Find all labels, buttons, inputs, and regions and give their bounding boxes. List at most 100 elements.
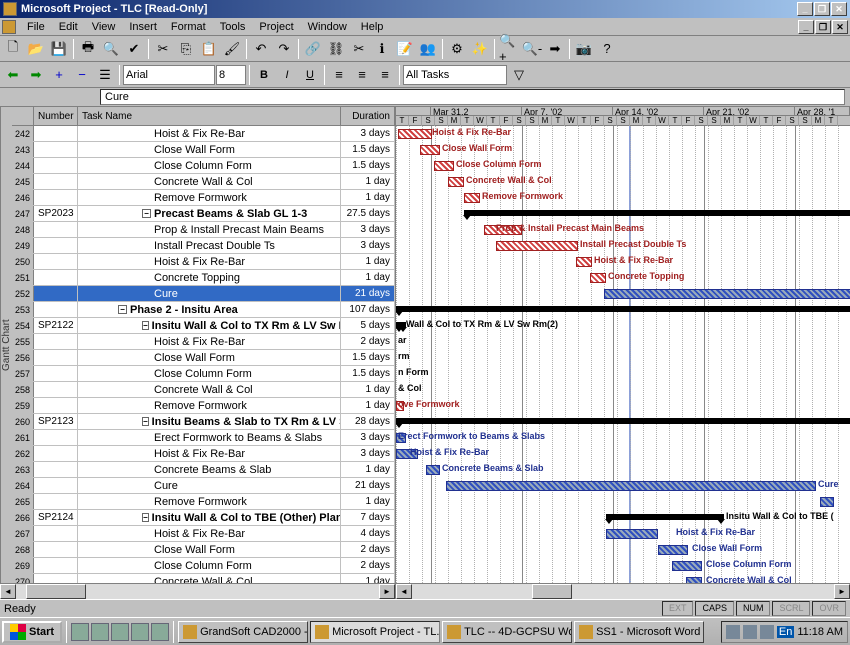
table-row[interactable]: 260SP2123−Insitu Beams & Slab to TX Rm &… bbox=[12, 414, 395, 430]
gantt-row[interactable] bbox=[396, 206, 850, 222]
taskname-cell[interactable]: Close Wall Form bbox=[78, 350, 341, 365]
gantt-row[interactable]: Prop & Install Precast Main Beams bbox=[396, 222, 850, 238]
table-row[interactable]: 258Concrete Wall & Col1 day bbox=[12, 382, 395, 398]
table-row[interactable]: 255Hoist & Fix Re-Bar2 days bbox=[12, 334, 395, 350]
outline-toggle-icon[interactable]: − bbox=[142, 513, 149, 522]
assign-icon[interactable]: 👥 bbox=[417, 38, 439, 60]
new-icon[interactable]: 🗋 bbox=[2, 38, 24, 60]
taskname-cell[interactable]: Remove Formwork bbox=[78, 190, 341, 205]
quicklaunch-icon[interactable] bbox=[131, 623, 149, 641]
number-cell[interactable] bbox=[34, 254, 78, 269]
summary-bar[interactable] bbox=[396, 418, 850, 424]
table-row[interactable]: 266SP2124−Insitu Wall & Col to TBE (Othe… bbox=[12, 510, 395, 526]
table-row[interactable]: 243Close Wall Form1.5 days bbox=[12, 142, 395, 158]
menu-edit[interactable]: Edit bbox=[52, 20, 85, 34]
summary-bar[interactable] bbox=[396, 306, 850, 312]
gantt-row[interactable]: Close Column Form bbox=[396, 558, 850, 574]
mdi-restore-button[interactable]: ❐ bbox=[815, 20, 831, 34]
taskname-cell[interactable]: Concrete Topping bbox=[78, 270, 341, 285]
language-indicator[interactable]: En bbox=[777, 626, 794, 638]
table-row[interactable]: 265Remove Formwork1 day bbox=[12, 494, 395, 510]
quicklaunch-icon[interactable] bbox=[91, 623, 109, 641]
gantt-row[interactable] bbox=[396, 286, 850, 302]
underline-icon[interactable]: U bbox=[299, 64, 321, 86]
number-cell[interactable] bbox=[34, 574, 78, 583]
col-duration[interactable]: Duration bbox=[341, 107, 395, 125]
menu-insert[interactable]: Insert bbox=[122, 20, 164, 34]
number-cell[interactable] bbox=[34, 494, 78, 509]
taskname-cell[interactable]: Concrete Wall & Col bbox=[78, 574, 341, 583]
number-cell[interactable] bbox=[34, 542, 78, 557]
duration-cell[interactable]: 27.5 days bbox=[341, 206, 395, 221]
align-right-icon[interactable]: ≡ bbox=[374, 64, 396, 86]
row-id-cell[interactable]: 249 bbox=[12, 238, 34, 253]
outline-toggle-icon[interactable]: − bbox=[118, 305, 127, 314]
zoomin-icon[interactable]: 🔍+ bbox=[498, 38, 520, 60]
hscroll-right-btn[interactable]: ► bbox=[379, 584, 395, 599]
taskname-cell[interactable]: Prop & Install Precast Main Beams bbox=[78, 222, 341, 237]
cut-icon[interactable]: ✂ bbox=[152, 38, 174, 60]
gantt-row[interactable]: Install Precast Double Ts bbox=[396, 238, 850, 254]
duration-cell[interactable]: 1.5 days bbox=[341, 142, 395, 157]
table-row[interactable]: 269Close Column Form2 days bbox=[12, 558, 395, 574]
taskname-cell[interactable]: Close Column Form bbox=[78, 366, 341, 381]
row-id-cell[interactable]: 243 bbox=[12, 142, 34, 157]
row-id-cell[interactable]: 268 bbox=[12, 542, 34, 557]
table-row[interactable]: 259Remove Formwork1 day bbox=[12, 398, 395, 414]
number-cell[interactable] bbox=[34, 126, 78, 141]
row-id-cell[interactable]: 270 bbox=[12, 574, 34, 583]
number-cell[interactable] bbox=[34, 398, 78, 413]
table-row[interactable]: 242Hoist & Fix Re-Bar3 days bbox=[12, 126, 395, 142]
row-id-cell[interactable]: 246 bbox=[12, 190, 34, 205]
table-row[interactable]: 244Close Column Form1.5 days bbox=[12, 158, 395, 174]
number-cell[interactable] bbox=[34, 558, 78, 573]
table-row[interactable]: 251Concrete Topping1 day bbox=[12, 270, 395, 286]
row-id-cell[interactable]: 261 bbox=[12, 430, 34, 445]
zoomout-icon[interactable]: 🔍- bbox=[521, 38, 543, 60]
task-bar[interactable] bbox=[576, 257, 592, 267]
gantt-row[interactable]: Concrete Wall & Col bbox=[396, 174, 850, 190]
row-id-cell[interactable]: 266 bbox=[12, 510, 34, 525]
duration-cell[interactable]: 1 day bbox=[341, 382, 395, 397]
task-bar[interactable] bbox=[398, 129, 432, 139]
redo-icon[interactable]: ↷ bbox=[273, 38, 295, 60]
row-id-cell[interactable]: 242 bbox=[12, 126, 34, 141]
link-icon[interactable]: 🔗 bbox=[302, 38, 324, 60]
gantt-row[interactable] bbox=[396, 302, 850, 318]
task-bar[interactable] bbox=[496, 241, 578, 251]
taskname-cell[interactable]: Hoist & Fix Re-Bar bbox=[78, 446, 341, 461]
table-row[interactable]: 254SP2122−Insitu Wall & Col to TX Rm & L… bbox=[12, 318, 395, 334]
gantt-row[interactable]: Insitu Wall & Col to TBE ( bbox=[396, 510, 850, 526]
row-id-cell[interactable]: 258 bbox=[12, 382, 34, 397]
row-id-cell[interactable]: 250 bbox=[12, 254, 34, 269]
task-bar[interactable] bbox=[606, 529, 658, 539]
print-icon[interactable]: 🖶 bbox=[77, 38, 99, 60]
row-id-cell[interactable]: 262 bbox=[12, 446, 34, 461]
taskbar-app-button[interactable]: Microsoft Project - TL... bbox=[310, 621, 440, 643]
duration-cell[interactable]: 5 days bbox=[341, 318, 395, 333]
duration-cell[interactable]: 21 days bbox=[341, 286, 395, 301]
autofilter-icon[interactable]: ▽ bbox=[508, 64, 530, 86]
task-bar[interactable] bbox=[672, 561, 702, 571]
gantt-row[interactable]: Hoist & Fix Re-Bar bbox=[396, 446, 850, 462]
number-cell[interactable] bbox=[34, 366, 78, 381]
row-id-cell[interactable]: 251 bbox=[12, 270, 34, 285]
duration-cell[interactable]: 2 days bbox=[341, 334, 395, 349]
show-subtasks-icon[interactable]: + bbox=[48, 64, 70, 86]
taskname-cell[interactable]: Cure bbox=[78, 286, 341, 301]
gantt-row[interactable]: Close Wall Form bbox=[396, 542, 850, 558]
open-icon[interactable]: 📂 bbox=[25, 38, 47, 60]
row-id-cell[interactable]: 264 bbox=[12, 478, 34, 493]
help-icon[interactable]: ? bbox=[596, 38, 618, 60]
table-row[interactable]: 264Cure21 days bbox=[12, 478, 395, 494]
hide-subtasks-icon[interactable]: − bbox=[71, 64, 93, 86]
duration-cell[interactable]: 2 days bbox=[341, 558, 395, 573]
taskname-cell[interactable]: −Insitu Beams & Slab to TX Rm & LV Sw bbox=[78, 414, 341, 429]
duration-cell[interactable]: 7 days bbox=[341, 510, 395, 525]
taskname-cell[interactable]: Close Column Form bbox=[78, 558, 341, 573]
number-cell[interactable] bbox=[34, 302, 78, 317]
menu-view[interactable]: View bbox=[85, 20, 123, 34]
mdi-close-button[interactable]: ✕ bbox=[832, 20, 848, 34]
duration-cell[interactable]: 1.5 days bbox=[341, 350, 395, 365]
number-cell[interactable] bbox=[34, 462, 78, 477]
